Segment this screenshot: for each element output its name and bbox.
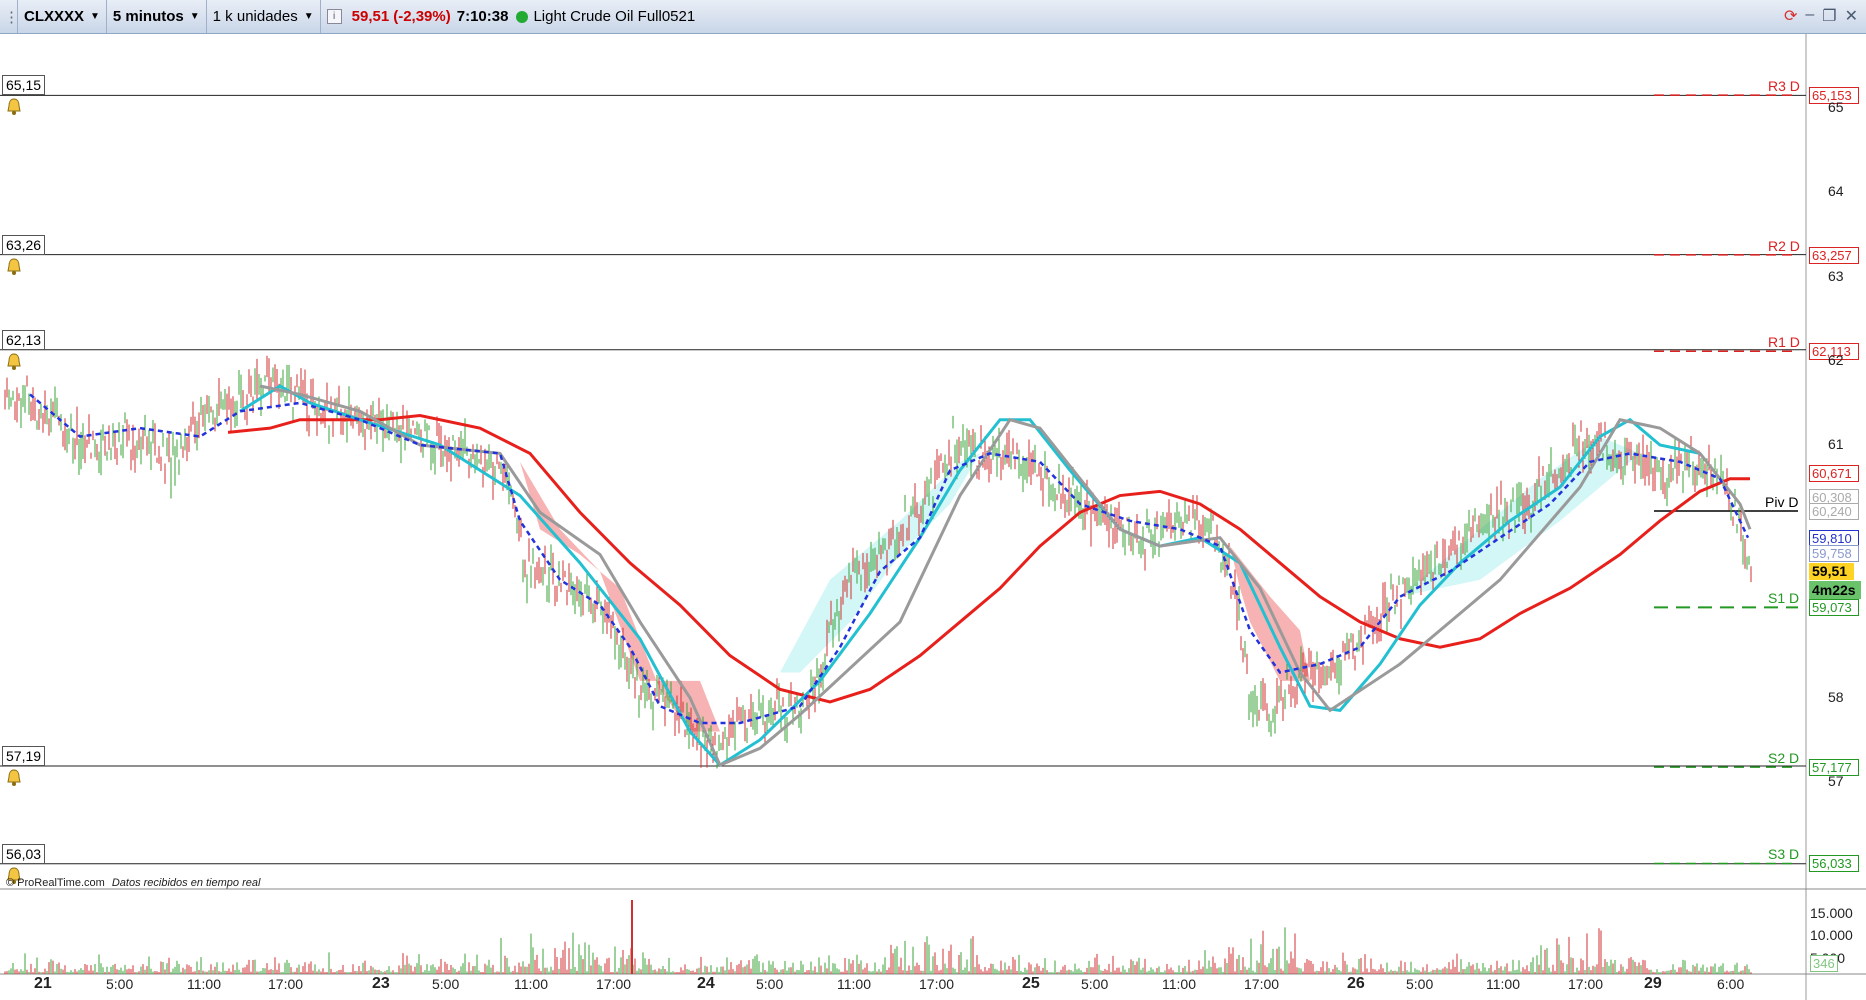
alert-price-box[interactable]: 62,13 [2,329,46,350]
volume-axis-tick: 10.000 [1810,927,1853,943]
restore-icon[interactable]: ❐ [1822,6,1836,26]
cloud-area [520,461,720,732]
chevron-down-icon: ▼ [189,11,200,22]
time-axis-label: 5:00 [1406,976,1434,992]
units-label: 1 k unidades [212,8,298,25]
pivot-value: 56,033 [1809,855,1859,873]
symbol-label: CLXXXX [24,8,85,25]
minimize-icon[interactable]: – [1805,6,1814,26]
price-axis-tick: 62 [1828,351,1844,368]
time-axis-label: 5:00 [756,976,784,992]
volume-bars [4,900,1752,974]
indicator-value: 60,240 [1809,503,1859,520]
menu-grip-icon[interactable]: ⋮ [0,0,19,33]
time-axis-label: 11:00 [187,976,221,992]
time-axis-label: 5:00 [1081,976,1109,992]
instrument-name: Light Crude Oil Full0521 [533,8,696,25]
bell-icon[interactable] [4,768,24,788]
pivot-label: Piv D [1765,493,1799,510]
pivot-value: 63,257 [1809,246,1859,264]
time-axis-label: 17:00 [919,976,955,992]
price-axis-tick: 63 [1828,267,1844,284]
price-axis-tick: 58 [1828,688,1844,705]
realtime-status-icon [516,10,529,23]
time-axis-label: 21 [34,975,52,992]
price-axis-tick: 65 [1828,99,1844,115]
indicator-value: 60,671 [1809,465,1859,482]
info-icon[interactable]: i [326,9,342,24]
timeframe-selector[interactable]: 5 minutos ▼ [107,0,207,33]
time-axis-label: 23 [372,975,390,992]
credit-source: © ProRealTime.com [6,877,105,889]
pivot-label: S3 D [1768,846,1800,863]
time-axis-label: 11:00 [837,976,871,992]
alert-price-box[interactable]: 63,26 [2,234,46,255]
chevron-down-icon: ▼ [90,11,100,22]
volume-axis-tick: 15.000 [1810,905,1853,921]
price-change: (-2,39%) [393,8,451,25]
window-controls: ⟳ – ❐ ✕ [1784,6,1858,26]
volume-last-value: 346 [1810,955,1838,972]
units-selector[interactable]: 1 k unidades ▼ [207,0,321,33]
time-axis-label: 5:00 [106,976,134,992]
pivot-label: S1 D [1768,590,1800,607]
data-credit: © ProRealTime.com Datos recibidos en tie… [6,877,260,889]
price-axis-tick: 64 [1828,183,1844,200]
alert-price-box[interactable]: 56,03 [2,843,46,864]
time-axis-label: 17:00 [1568,976,1604,992]
indicator-value: 59,758 [1809,545,1859,562]
chart-toolbar: ⋮ CLXXXX ▼ 5 minutos ▼ 1 k unidades ▼ i … [0,0,1866,34]
time-axis-label: 5:00 [432,976,460,992]
time-axis-label: 26 [1347,975,1365,992]
alert-price-box[interactable]: 65,15 [2,75,46,96]
credit-note: Datos recibidos en tiempo real [111,877,261,889]
pivot-label: S2 D [1768,750,1800,767]
chevron-down-icon: ▼ [303,11,314,22]
pivot-value: 59,073 [1809,599,1859,617]
price-axis-tick: 57 [1828,773,1844,789]
price-axis-tick: 61 [1828,436,1844,452]
time-axis-label: 11:00 [1486,976,1520,992]
symbol-selector[interactable]: CLXXXX ▼ [18,0,107,33]
sync-icon[interactable]: ⟳ [1784,6,1797,26]
price-chart[interactable] [0,34,1866,1000]
close-icon[interactable]: ✕ [1845,6,1858,26]
cloud-area [1400,436,1640,597]
bell-icon[interactable] [4,97,24,117]
time-axis-label: 17:00 [268,976,304,992]
time-axis-label: 11:00 [514,976,548,992]
timeframe-label: 5 minutos [112,8,184,25]
indicator-lines [29,384,1752,768]
time-axis-label: 11:00 [1162,976,1196,992]
current-price-marker: 59,51 [1809,563,1854,580]
time-axis-label: 17:00 [596,976,632,992]
alert-price-box[interactable]: 57,19 [2,745,46,766]
lagging-line-gray [259,384,1752,768]
bell-icon[interactable] [4,257,24,277]
time-axis-label: 24 [697,975,715,992]
instrument-info: i 59,51 (-2,39%) 7:10:38 Light Crude Oil… [321,0,702,33]
bell-icon[interactable] [4,352,24,372]
pivot-label: R3 D [1768,78,1800,95]
last-price: 59,51 [351,8,390,25]
time-axis-label: 17:00 [1244,976,1280,992]
time-axis-label: 6:00 [1717,976,1745,992]
pivot-label: R1 D [1768,334,1800,351]
time-axis-label: 29 [1644,975,1662,992]
pivot-label: R2 D [1768,237,1800,254]
clock: 7:10:38 [456,8,509,25]
time-axis-label: 25 [1022,975,1040,992]
bar-countdown: 4m22s [1809,581,1861,599]
